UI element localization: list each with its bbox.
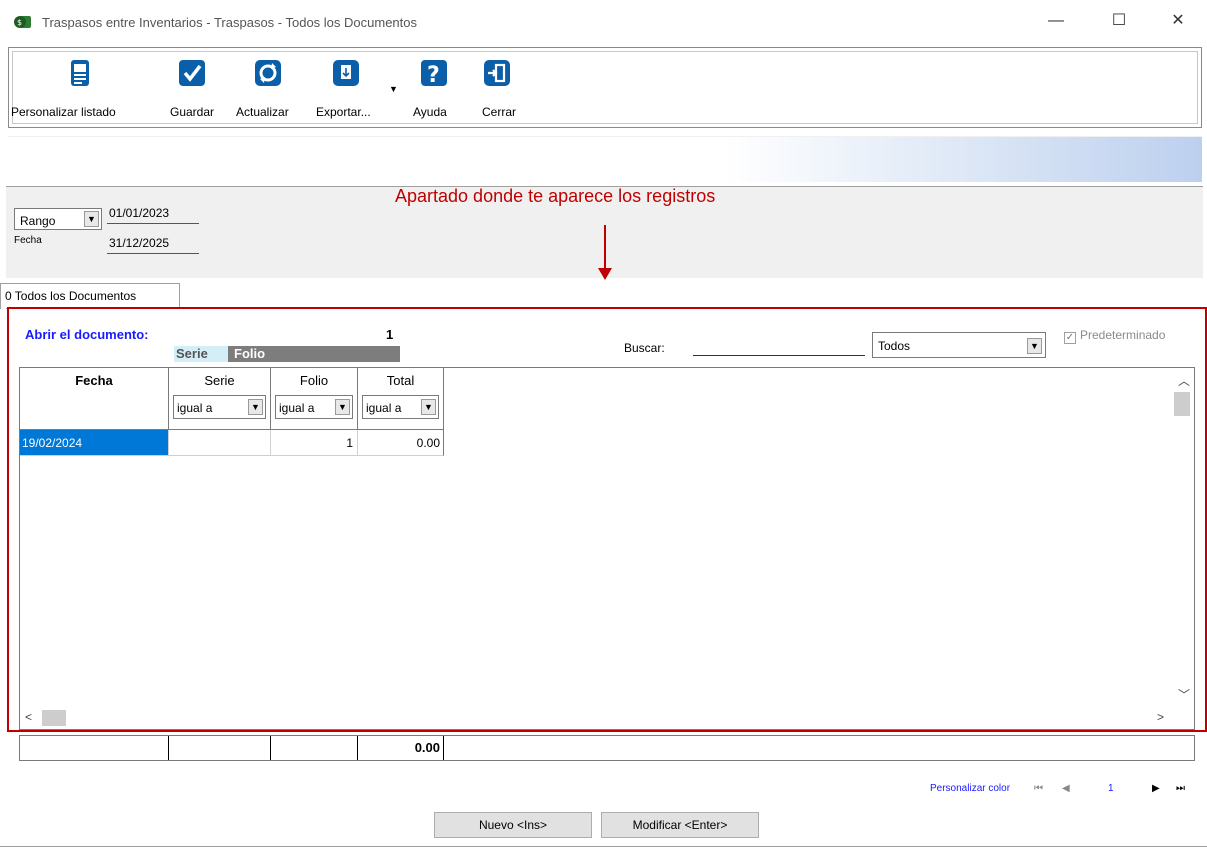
modificar-button[interactable]: Modificar <Enter> [601,812,759,838]
export-icon [330,57,362,89]
folio-tag: Folio [228,346,400,362]
annotation-text: Apartado donde te aparece los registros [395,186,716,206]
cell-total[interactable]: 0.00 [358,430,444,456]
column-header-serie[interactable]: Serie igual a ▼ [169,368,271,430]
svg-text:?: ? [427,63,440,88]
serie-filter-select[interactable]: igual a ▼ [173,395,266,419]
total-filter-select[interactable]: igual a ▼ [362,395,439,419]
next-page-icon[interactable]: ▶ [1152,783,1160,794]
buscar-label: Buscar: [624,341,665,355]
cell-folio[interactable]: 1 [271,430,358,456]
chevron-down-icon[interactable]: ▼ [84,211,99,227]
scroll-up-icon[interactable]: ︿ [1178,372,1190,389]
total-cell-folio [271,736,358,760]
cell-serie[interactable] [169,430,271,456]
totals-row: 0.00 [19,735,1195,761]
column-label: Fecha [75,373,113,388]
exportar-dropdown-arrow[interactable]: ▼ [389,84,398,94]
chevron-down-icon[interactable]: ▼ [248,399,263,415]
minimize-button[interactable]: — [1041,10,1071,32]
filter-value: igual a [279,401,315,415]
checkbox-check-icon: ✓ [1064,332,1076,344]
personalizar-color-link[interactable]: Personalizar color [930,783,1010,794]
abrir-documento-label: Abrir el documento: [25,327,149,342]
actualizar-button[interactable]: Actualizar [236,57,306,119]
window-title: Traspasos entre Inventarios - Traspasos … [42,15,418,30]
exportar-button[interactable]: Exportar... [314,57,386,119]
filter-value: igual a [366,401,402,415]
total-cell-fecha [20,736,169,760]
close-window-button[interactable]: ✕ [1163,10,1193,32]
maximize-button[interactable]: ☐ [1104,10,1134,32]
help-icon: ? [418,57,450,89]
page-number[interactable]: 1 [1108,783,1114,794]
date-to-input[interactable]: 31/12/2025 [107,234,199,254]
horizontal-scroll-thumb[interactable] [42,710,66,726]
annotation-arrow-head [598,268,612,280]
column-label: Serie [204,373,235,388]
app-icon: $ [14,14,32,30]
checkmark-icon [176,57,208,89]
total-cell-serie [169,736,271,760]
total-cell-total: 0.00 [358,736,444,760]
scroll-down-icon[interactable]: ﹀ [1178,686,1190,703]
first-page-icon[interactable]: ⏮ [1034,783,1043,794]
folio-filter-select[interactable]: igual a ▼ [275,395,353,419]
last-page-icon[interactable]: ⏭ [1176,783,1185,794]
refresh-icon [252,57,284,89]
previous-page-icon[interactable]: ◀ [1062,783,1070,794]
cerrar-label: Cerrar [482,105,517,119]
title-bar: $ Traspasos entre Inventarios - Traspaso… [0,0,1207,44]
predeterminado-label: Predeterminado [1080,328,1166,342]
cell-fecha[interactable]: 19/02/2024 [20,430,169,456]
list-settings-icon [64,57,96,89]
tab-todos-documentos[interactable]: 0 Todos los Documentos [0,283,180,309]
horizontal-scrollbar[interactable]: < > [20,707,1194,729]
search-scope-value: Todos [878,339,911,353]
fecha-label: Fecha [14,235,42,246]
annotation-arrow [604,225,606,270]
personalizar-label: Personalizar listado [11,105,116,119]
exportar-label: Exportar... [316,105,371,119]
chevron-down-icon[interactable]: ▼ [421,399,436,415]
guardar-label: Guardar [170,105,215,119]
search-input[interactable] [693,338,865,356]
chevron-down-icon[interactable]: ▼ [335,399,350,415]
ayuda-button[interactable]: ? Ayuda [408,57,460,119]
vertical-scroll-thumb[interactable] [1174,392,1190,416]
personalizar-listado-button[interactable]: Personalizar listado [8,57,153,119]
column-header-fecha[interactable]: Fecha [20,368,169,430]
column-header-total[interactable]: Total igual a ▼ [358,368,444,430]
column-label: Folio [299,373,329,388]
column-header-folio[interactable]: Folio igual a ▼ [271,368,358,430]
search-scope-select[interactable]: Todos ▼ [872,332,1046,358]
range-type-value: Rango [20,214,56,228]
date-from-input[interactable]: 01/01/2023 [107,204,199,224]
ayuda-label: Ayuda [413,105,447,119]
documents-grid: Fecha Serie igual a ▼ Folio igual a ▼ To… [19,367,1195,730]
filter-value: igual a [177,401,213,415]
predeterminado-checkbox[interactable]: ✓ Predeterminado [1064,328,1165,344]
header-gradient-bar [8,136,1202,182]
cerrar-button[interactable]: Cerrar [476,57,528,119]
exit-door-icon [481,57,513,89]
column-label: Total [386,373,415,388]
serie-tag: Serie [174,346,228,362]
scroll-right-icon[interactable]: > [1157,710,1164,724]
actualizar-label: Actualizar [236,105,289,119]
abrir-documento-value[interactable]: 1 [386,327,393,342]
range-type-select[interactable]: Rango ▼ [14,208,102,230]
svg-text:$: $ [17,18,22,27]
scroll-left-icon[interactable]: < [25,710,32,724]
nuevo-button[interactable]: Nuevo <Ins> [434,812,592,838]
vertical-scrollbar[interactable]: ︿ ﹀ [1172,368,1194,708]
chevron-down-icon[interactable]: ▼ [1027,338,1042,354]
guardar-button[interactable]: Guardar [168,57,224,119]
